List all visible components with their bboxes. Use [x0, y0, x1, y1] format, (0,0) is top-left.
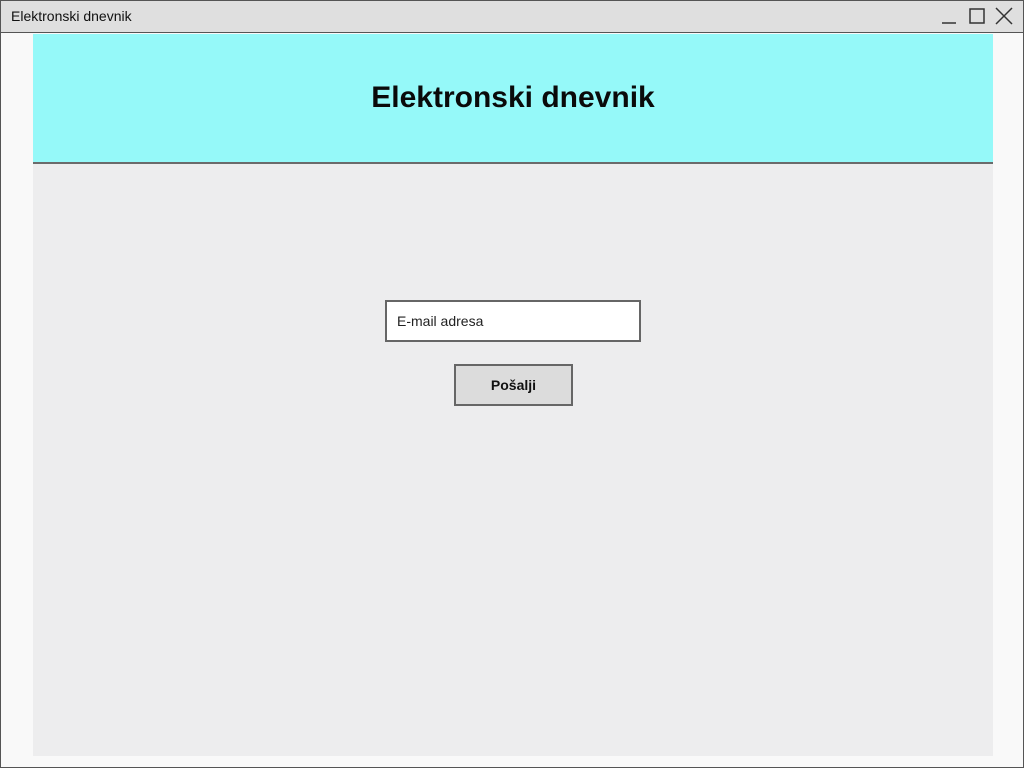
- close-icon[interactable]: [994, 6, 1014, 26]
- page-title: Elektronski dnevnik: [371, 81, 655, 114]
- window-title: Elektronski dnevnik: [11, 8, 132, 24]
- app-window: Elektronski dnevnik Elektronski dnevnik …: [0, 0, 1024, 768]
- send-button[interactable]: Pošalji: [454, 364, 573, 406]
- page-header: Elektronski dnevnik: [33, 34, 993, 164]
- minimize-icon[interactable]: [939, 6, 959, 26]
- main-content: Elektronski dnevnik Pošalji: [33, 34, 993, 756]
- maximize-icon[interactable]: [967, 6, 987, 26]
- title-bar: Elektronski dnevnik: [1, 1, 1023, 33]
- email-input[interactable]: [385, 300, 641, 342]
